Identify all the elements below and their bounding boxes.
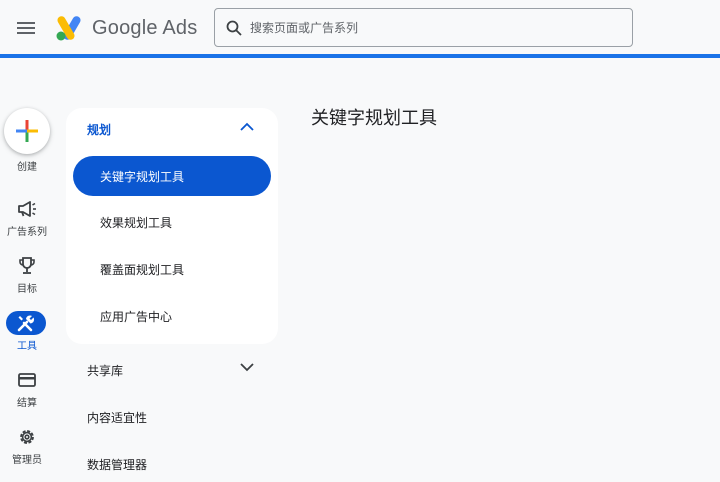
section-label-content-suitability: 内容适宜性	[87, 410, 148, 425]
nav-item-app-advertising-hub[interactable]: 应用广告中心	[73, 296, 271, 336]
tools-icon	[17, 315, 35, 332]
rail-label-goals: 目标	[17, 284, 37, 295]
planning-section-label: 规划	[87, 123, 112, 137]
rail-item-campaigns[interactable]	[12, 198, 42, 220]
nav-item-keyword-planner[interactable]: 关键字规划工具	[73, 156, 271, 196]
section-data-manager[interactable]: 数据管理器	[66, 446, 278, 482]
create-button[interactable]	[4, 108, 50, 154]
top-bar: Google Ads	[0, 0, 720, 56]
hamburger-menu-button[interactable]	[12, 14, 40, 42]
section-label-shared-library: 共享库	[87, 363, 124, 378]
planning-nav-card: 规划 关键字规划工具 效果规划工具 覆盖面规划工具 应用广告中心	[66, 108, 278, 344]
page-title: 关键字规划工具	[311, 108, 437, 129]
rail-item-goals[interactable]	[12, 255, 42, 277]
section-shared-library[interactable]: 共享库	[66, 352, 278, 388]
header-divider	[0, 54, 720, 58]
google-ads-logo[interactable]: Google Ads	[56, 14, 197, 42]
rail-label-billing: 结算	[17, 398, 37, 409]
chevron-up-icon	[240, 122, 254, 131]
app-name: Google Ads	[92, 16, 198, 39]
hamburger-icon	[17, 22, 35, 34]
rail-label-campaigns: 广告系列	[7, 227, 47, 238]
nav-item-reach-planner[interactable]: 覆盖面规划工具	[73, 249, 271, 289]
gear-icon	[20, 430, 34, 444]
search-input[interactable]	[250, 20, 610, 35]
planning-section-header[interactable]: 规划	[66, 108, 278, 150]
trophy-icon	[19, 257, 35, 274]
rail-label-tools: 工具	[17, 341, 37, 352]
search-box[interactable]	[214, 8, 633, 47]
section-content-suitability[interactable]: 内容适宜性	[66, 399, 278, 435]
rail-item-tools[interactable]	[6, 311, 46, 335]
nav-item-performance-planner[interactable]: 效果规划工具	[73, 202, 271, 242]
megaphone-icon	[18, 201, 36, 217]
rail-item-admin[interactable]	[12, 426, 42, 448]
create-label: 创建	[17, 162, 37, 173]
chevron-down-icon	[240, 363, 254, 372]
google-ads-logo-icon	[56, 16, 81, 41]
rail-label-admin: 管理员	[12, 455, 42, 466]
credit-card-icon	[18, 373, 36, 387]
search-icon	[226, 20, 242, 36]
plus-icon	[16, 120, 38, 142]
section-label-data-manager: 数据管理器	[87, 457, 148, 472]
rail-item-billing[interactable]	[12, 369, 42, 391]
